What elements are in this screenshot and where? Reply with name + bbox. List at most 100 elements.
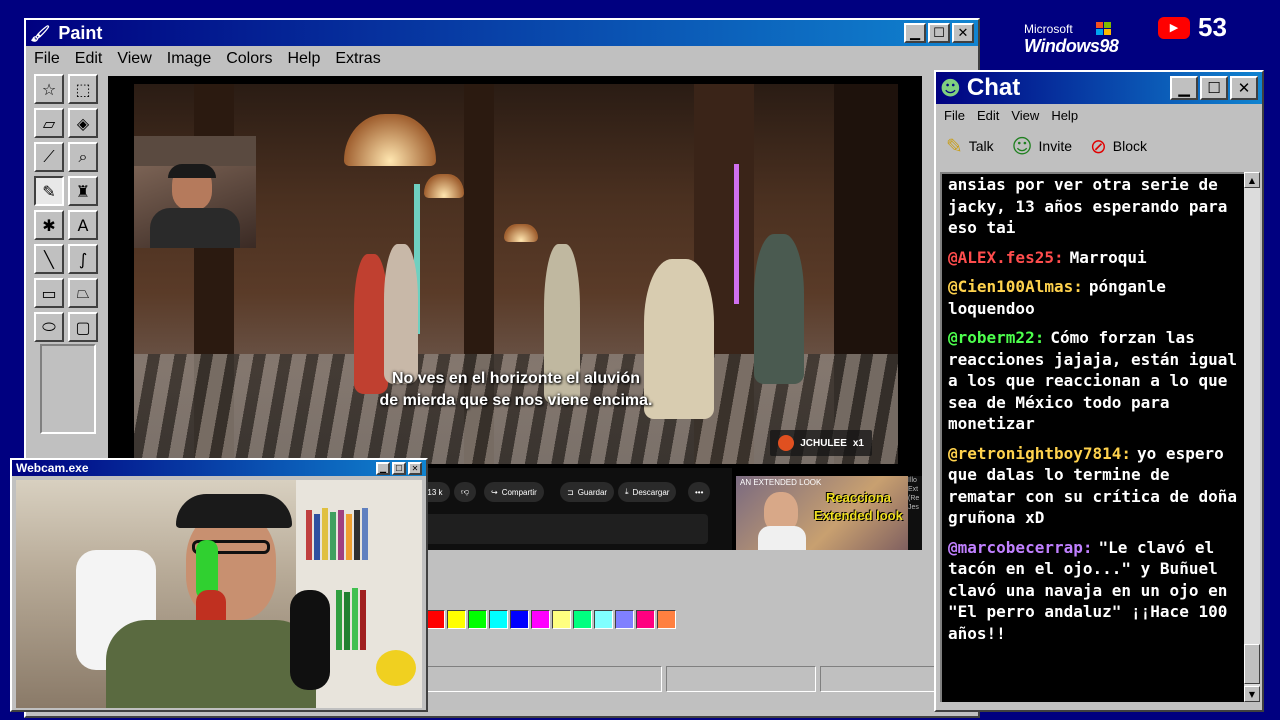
chat-username[interactable]: @roberm22: [948, 328, 1044, 347]
tool-rect-select[interactable]: ⬚ [68, 74, 98, 104]
tool-ellipse[interactable]: ⬭ [34, 312, 64, 342]
chat-menubar: File Edit View Help [936, 104, 1262, 126]
thumb-top-text: AN EXTENDED LOOK [740, 478, 822, 487]
free-select-icon: ☆ [41, 79, 57, 99]
chat-message: @roberm22: Cómo forzan las reacciones jaj… [948, 327, 1242, 435]
tool-eraser[interactable]: ▱ [34, 108, 64, 138]
chat-close-button[interactable]: ✕ [1230, 76, 1258, 100]
close-button[interactable]: ✕ [952, 23, 974, 43]
chat-username[interactable]: @ALEX.fes25: [948, 248, 1064, 267]
color-swatch[interactable] [531, 610, 550, 629]
scroll-thumb[interactable] [1244, 644, 1260, 684]
thumbs-down-icon: 👎︎ [461, 487, 470, 496]
block-button[interactable]: ⊘ Block [1090, 134, 1147, 158]
menu-file[interactable]: File [34, 50, 60, 68]
color-swatch[interactable] [426, 610, 445, 629]
color-swatch[interactable] [594, 610, 613, 629]
color-swatch[interactable] [615, 610, 634, 629]
chat-menu-help[interactable]: Help [1051, 108, 1078, 123]
share-button[interactable]: ↪ Compartir [484, 482, 544, 502]
color-swatch[interactable] [510, 610, 529, 629]
webcam-window: Webcam.exe ▁ ☐ ✕ [10, 458, 428, 712]
tool-brush[interactable]: ♜ [68, 176, 98, 206]
color-swatch[interactable] [447, 610, 466, 629]
more-options-button[interactable]: ••• [688, 482, 711, 502]
dislike-button[interactable]: 👎︎ [454, 482, 477, 502]
menu-extras[interactable]: Extras [335, 50, 380, 68]
tool-pencil[interactable]: ✎ [34, 176, 64, 206]
chat-maximize-button[interactable]: ☐ [1200, 76, 1228, 100]
chat-username[interactable]: @retronightboy7814: [948, 444, 1131, 463]
webcam-titlebar[interactable]: Webcam.exe ▁ ☐ ✕ [12, 460, 426, 476]
webcam-minimize-button[interactable]: ▁ [376, 461, 390, 475]
tool-free-select[interactable]: ☆ [34, 74, 64, 104]
tool-rounded-rect[interactable]: ▢ [68, 312, 98, 342]
line-icon: ╲ [44, 249, 54, 269]
maximize-button[interactable]: ☐ [928, 23, 950, 43]
subtitle-line-1: No ves en el horizonte el aluvión [391, 370, 641, 387]
rounded-rect-icon: ▢ [75, 317, 91, 337]
chat-title: Chat [966, 74, 1021, 101]
recommended-thumbnail[interactable]: AN EXTENDED LOOK Reacciona Extended look [736, 476, 908, 550]
menu-colors[interactable]: Colors [226, 50, 272, 68]
menu-view[interactable]: View [117, 50, 151, 68]
paint-titlebar[interactable]: 🖌 Paint ▁ ☐ ✕ [26, 20, 978, 46]
menu-edit[interactable]: Edit [75, 50, 103, 68]
airbrush-icon: ✱ [42, 215, 56, 235]
tool-magnifier[interactable]: ⌕ [68, 142, 98, 172]
description-box[interactable] [408, 514, 708, 544]
color-swatch[interactable] [468, 610, 487, 629]
paint-title: Paint [58, 22, 103, 43]
share-icon: ↪ [491, 487, 498, 497]
menu-image[interactable]: Image [167, 50, 211, 68]
save-button[interactable]: ⊐ Guardar [560, 482, 615, 502]
chat-menu-edit[interactable]: Edit [977, 108, 999, 123]
chat-message-text: Marroqui [1069, 247, 1147, 267]
chat-menu-file[interactable]: File [944, 108, 965, 123]
brush-icon: ♜ [75, 181, 91, 201]
tool-polygon[interactable]: ⏢ [68, 278, 98, 308]
download-button[interactable]: ⤓ Descargar [618, 482, 677, 502]
bookmark-icon: ⊐ [567, 487, 574, 497]
color-swatch[interactable] [573, 610, 592, 629]
color-swatch[interactable] [657, 610, 676, 629]
minimize-button[interactable]: ▁ [904, 23, 926, 43]
chat-log[interactable]: ansias por ver otra serie de jacky, 13 a… [940, 172, 1244, 702]
tool-options-panel[interactable] [40, 344, 96, 434]
curve-icon: ∫ [78, 249, 88, 269]
save-label: Guardar [577, 487, 608, 497]
webcam-close-button[interactable]: ✕ [408, 461, 422, 475]
scroll-up-icon[interactable]: ▲ [1244, 172, 1260, 188]
tool-fill-bucket[interactable]: ◈ [68, 108, 98, 138]
tool-curve[interactable]: ∫ [68, 244, 98, 274]
talk-button[interactable]: ✎ Talk [946, 134, 994, 158]
menu-help[interactable]: Help [287, 50, 320, 68]
color-swatch[interactable] [489, 610, 508, 629]
invite-label: Invite [1038, 138, 1072, 154]
watermark-suffix: x1 [852, 437, 864, 449]
color-picker-icon: ⟋ [43, 147, 55, 166]
chat-scrollbar[interactable]: ▲ ▼ [1244, 172, 1260, 702]
chat-minimize-button[interactable]: ▁ [1170, 76, 1198, 100]
chat-username[interactable]: @marcobecerrap: [948, 538, 1093, 557]
tool-rectangle[interactable]: ▭ [34, 278, 64, 308]
scroll-down-icon[interactable]: ▼ [1244, 686, 1260, 702]
chat-menu-view[interactable]: View [1011, 108, 1039, 123]
chat-titlebar[interactable]: ☻ Chat ▁ ☐ ✕ [936, 72, 1262, 104]
youtube-counter: ▶ 53 [1158, 12, 1227, 43]
tool-text[interactable]: A [68, 210, 98, 240]
paint-app-icon: 🖌 [30, 23, 51, 43]
tool-airbrush[interactable]: ✱ [34, 210, 64, 240]
chat-username[interactable]: @Cien100Almas: [948, 277, 1083, 296]
chat-window: ☻ Chat ▁ ☐ ✕ File Edit View Help ✎ Talk … [934, 70, 1264, 712]
invite-icon: ☺ [1011, 134, 1033, 158]
webcam-maximize-button[interactable]: ☐ [392, 461, 406, 475]
tool-color-picker[interactable]: ⟋ [34, 142, 64, 172]
tool-line[interactable]: ╲ [34, 244, 64, 274]
color-swatch[interactable] [636, 610, 655, 629]
like-count: 13 k [427, 487, 443, 497]
talk-icon: ✎ [946, 134, 963, 158]
channel-watermark: JCHULEE x1 [770, 430, 872, 456]
invite-button[interactable]: ☺ Invite [1012, 134, 1072, 158]
color-swatch[interactable] [552, 610, 571, 629]
